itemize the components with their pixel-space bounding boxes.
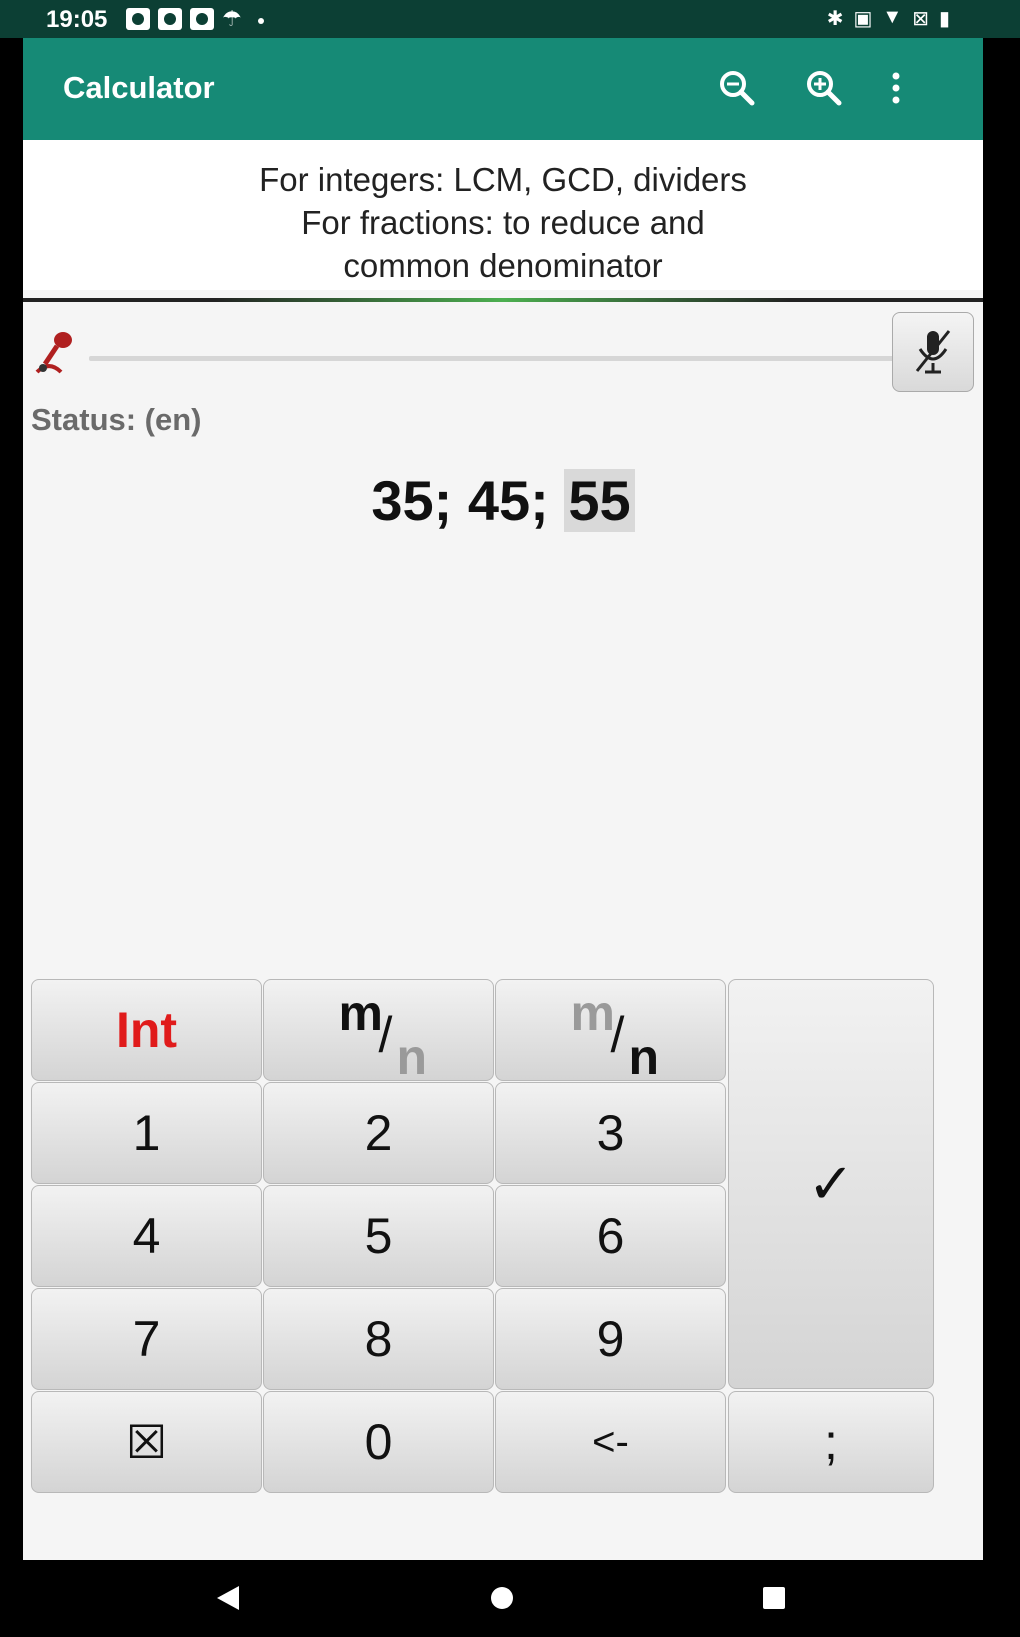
key-label: 3 <box>596 1105 625 1161</box>
key-label: 5 <box>364 1208 393 1264</box>
expression-number: 35 <box>371 469 434 532</box>
bluetooth-icon: ✱ <box>826 8 844 30</box>
voice-level-bar <box>89 356 901 361</box>
home-icon <box>491 1587 513 1609</box>
zoom-out-button[interactable] <box>713 64 761 112</box>
info-line: For fractions: to reduce and <box>301 204 705 241</box>
fraction-slash: / <box>378 1007 393 1063</box>
overflow-menu-button[interactable] <box>872 64 920 112</box>
fraction-symbol: m / n <box>329 980 429 1085</box>
fraction-n: n <box>628 1029 660 1085</box>
zoom-in-icon <box>807 71 842 106</box>
digit-key-8[interactable]: 8 <box>263 1288 494 1390</box>
status-bar: 19:05 ☂ ✱ ▣ ▼ ⊠ ▮ <box>0 0 1020 38</box>
key-label: 4 <box>132 1208 161 1264</box>
fraction-numerator-key[interactable]: m / n <box>263 979 494 1085</box>
zoom-out-icon <box>720 71 755 106</box>
expression-separator: ; <box>433 469 453 532</box>
clear-key[interactable]: ☒ <box>31 1391 262 1493</box>
digit-key-2[interactable]: 2 <box>263 1082 494 1184</box>
key-label: 0 <box>364 1414 393 1470</box>
expression-number: 45 <box>467 469 531 532</box>
umbrella-icon: ☂ <box>222 6 242 31</box>
digit-key-1[interactable]: 1 <box>31 1082 262 1184</box>
key-label: 6 <box>596 1208 625 1264</box>
expression-display[interactable]: 35; 45; 55 <box>23 468 983 533</box>
divider <box>23 298 983 302</box>
fraction-m: m <box>570 985 615 1041</box>
digit-key-0[interactable]: 0 <box>263 1391 494 1493</box>
mic-off-button[interactable] <box>892 312 974 392</box>
fraction-symbol: m / n <box>561 980 661 1085</box>
recents-icon <box>763 1587 785 1609</box>
checkmark-icon: ✓ <box>807 1152 855 1215</box>
info-line: For integers: LCM, GCD, dividers <box>259 161 747 198</box>
fraction-n: n <box>396 1029 428 1085</box>
system-icons: ✱ ▣ ▼ ⊠ ▮ <box>827 6 950 31</box>
notification-icon <box>126 8 150 30</box>
navigation-bar <box>0 1560 1020 1637</box>
key-label: 1 <box>132 1105 161 1161</box>
key-label: 2 <box>364 1105 393 1161</box>
key-label: <- <box>592 1419 629 1464</box>
battery-icon: ▮ <box>938 8 950 30</box>
more-vert-icon <box>892 72 900 104</box>
voice-status: Status: (en) <box>31 402 202 437</box>
more-notifications-dot-icon <box>258 18 264 24</box>
notification-icon <box>158 8 182 30</box>
back-icon <box>217 1586 239 1610</box>
recents-button[interactable] <box>754 1578 794 1618</box>
clear-icon: ☒ <box>125 1416 168 1468</box>
zoom-in-button[interactable] <box>800 64 848 112</box>
digit-key-9[interactable]: 9 <box>495 1288 726 1390</box>
key-label: 8 <box>364 1311 393 1367</box>
app-bar: Calculator <box>23 38 983 140</box>
expression-separator: ; <box>530 469 549 532</box>
fraction-m: m <box>338 985 383 1041</box>
key-label: 7 <box>132 1311 161 1367</box>
info-panel: For integers: LCM, GCD, dividers For fra… <box>23 140 983 290</box>
notification-icons: ☂ <box>126 8 264 30</box>
app-screen: Calculator For integers: LCM, GCD, divid… <box>23 38 983 1560</box>
int-key-label: Int <box>115 1002 178 1058</box>
wifi-icon: ▼ <box>882 6 903 28</box>
key-label: 9 <box>596 1311 625 1367</box>
backspace-key[interactable]: <- <box>495 1391 726 1493</box>
digit-key-3[interactable]: 3 <box>495 1082 726 1184</box>
digit-key-5[interactable]: 5 <box>263 1185 494 1287</box>
no-sim-icon: ⊠ <box>912 8 929 30</box>
digit-key-6[interactable]: 6 <box>495 1185 726 1287</box>
cast-icon: ▣ <box>853 8 873 30</box>
fraction-denominator-key[interactable]: m / n <box>495 979 726 1085</box>
separator-key[interactable]: ; <box>728 1391 934 1493</box>
notification-icon <box>190 8 214 30</box>
confirm-key[interactable]: ✓ <box>728 979 934 1389</box>
expression-number-selected: 55 <box>564 469 635 532</box>
digit-key-4[interactable]: 4 <box>31 1185 262 1287</box>
status-time: 19:05 <box>46 6 108 33</box>
microphone-icon <box>35 330 75 376</box>
int-mode-key[interactable]: Int <box>31 979 262 1081</box>
info-line: common denominator <box>343 247 663 284</box>
digit-key-7[interactable]: 7 <box>31 1288 262 1390</box>
mic-off-icon <box>915 330 951 374</box>
home-button[interactable] <box>482 1578 522 1618</box>
back-button[interactable] <box>208 1578 248 1618</box>
app-title: Calculator <box>63 70 215 105</box>
fraction-slash: / <box>610 1007 625 1063</box>
key-label: ; <box>824 1414 838 1470</box>
